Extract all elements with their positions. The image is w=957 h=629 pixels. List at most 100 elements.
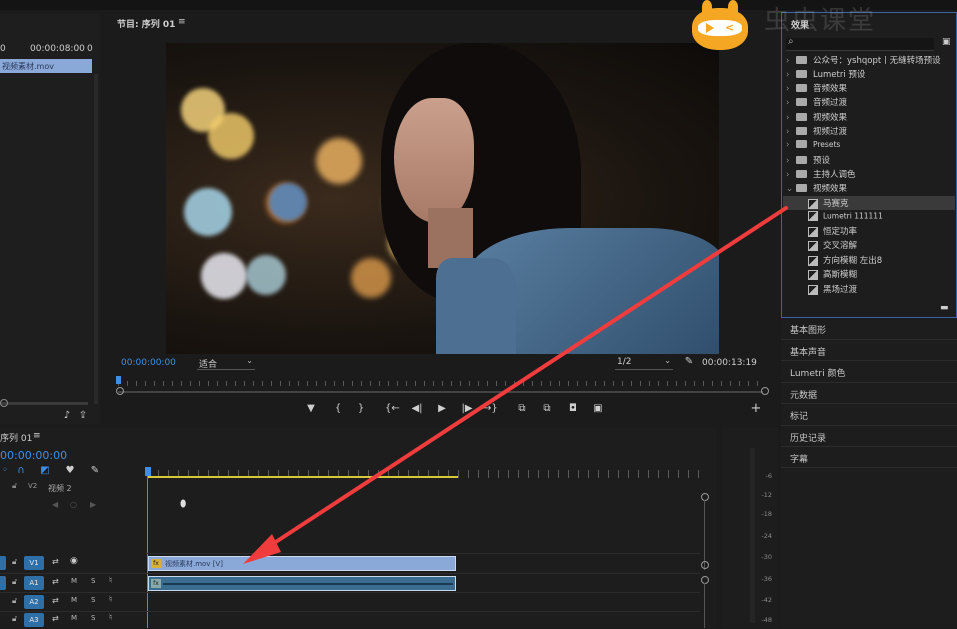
- extract-button[interactable]: ⧉: [540, 402, 554, 416]
- step-back-button[interactable]: ◀|: [410, 402, 424, 416]
- lock-icon[interactable]: 🔓︎: [12, 481, 17, 491]
- timeline-v-scrollbar[interactable]: [704, 500, 705, 570]
- timeline-v-scroll-top[interactable]: [701, 493, 709, 501]
- add-marker-icon[interactable]: ♥: [63, 464, 77, 478]
- audio-toggle-icon[interactable]: ♪: [60, 409, 74, 423]
- mark-in-button[interactable]: {: [331, 402, 345, 416]
- comparison-view-button[interactable]: ▣: [591, 402, 605, 416]
- solo-button[interactable]: S: [91, 596, 95, 604]
- fx-folder[interactable]: › 主持人调色: [786, 168, 856, 182]
- timeline-settings-icon[interactable]: ✎: [88, 464, 102, 478]
- fx-folder-open[interactable]: ⌄ 视频效果: [786, 182, 847, 196]
- program-menu-icon[interactable]: ≡: [178, 17, 186, 27]
- keyframe-nav-left[interactable]: ◀: [52, 500, 58, 509]
- go-to-in-button[interactable]: {←: [385, 402, 400, 416]
- fx-folder[interactable]: › 音频过渡: [786, 96, 847, 110]
- timeline-v-scrollbar-2[interactable]: [704, 583, 705, 628]
- chevron-right-icon[interactable]: ›: [786, 113, 796, 123]
- chevron-right-icon[interactable]: ›: [786, 70, 796, 80]
- effects-search[interactable]: ⌕: [786, 36, 934, 51]
- new-bin-icon[interactable]: ▣: [942, 37, 951, 47]
- mic-icon[interactable]: ♮: [109, 576, 112, 586]
- fit-dropdown[interactable]: 适合 ⌄: [197, 355, 255, 370]
- play-button[interactable]: ▶: [435, 402, 449, 416]
- zoom-handle-left[interactable]: [116, 387, 124, 395]
- fx-effect[interactable]: 恒定功率: [808, 225, 857, 239]
- chevron-right-icon[interactable]: ›: [786, 140, 796, 150]
- export-frame-button[interactable]: ◘: [566, 402, 580, 416]
- chevron-right-icon[interactable]: ›: [786, 98, 796, 108]
- mark-out-button[interactable]: }: [354, 402, 368, 416]
- fx-folder[interactable]: › Lumetri 预设: [786, 68, 865, 82]
- program-ruler[interactable]: [118, 376, 763, 386]
- wrench-icon[interactable]: ✎: [682, 355, 696, 369]
- sync-lock-icon[interactable]: ⇄: [52, 557, 59, 566]
- chevron-right-icon[interactable]: ›: [786, 170, 796, 180]
- video-frame[interactable]: [166, 43, 719, 354]
- track-a2-target[interactable]: A2: [24, 595, 44, 609]
- panel-captions[interactable]: 字幕: [790, 452, 808, 465]
- timeline-current-time[interactable]: 00:00:00:00: [0, 449, 67, 462]
- solo-button[interactable]: S: [91, 577, 95, 585]
- keyframe-add[interactable]: ○: [70, 500, 77, 509]
- source-clip[interactable]: 视频素材.mov: [0, 59, 92, 73]
- fx-folder[interactable]: › 视频效果: [786, 111, 847, 125]
- fx-effect[interactable]: Lumetri 111111: [808, 211, 883, 225]
- sync-lock-icon[interactable]: ⇄: [52, 577, 59, 586]
- track-a3-target[interactable]: A3: [24, 613, 44, 627]
- audio-clip[interactable]: fx: [148, 576, 456, 591]
- eye-icon[interactable]: ◉: [70, 556, 78, 566]
- source-knob[interactable]: [0, 399, 8, 407]
- mic-icon[interactable]: ♮: [109, 613, 112, 623]
- panel-essential-sound[interactable]: 基本声音: [790, 345, 826, 358]
- new-folder-icon[interactable]: ▬: [940, 303, 949, 313]
- sync-lock-icon[interactable]: ⇄: [52, 596, 59, 605]
- panel-metadata[interactable]: 元数据: [790, 388, 817, 401]
- fx-folder[interactable]: › Presets: [786, 139, 840, 154]
- source-scroll[interactable]: [94, 74, 98, 404]
- program-zoom-bar[interactable]: [118, 391, 763, 393]
- export-icon[interactable]: ⇪: [76, 409, 90, 423]
- mute-button[interactable]: M: [71, 614, 77, 622]
- panel-history[interactable]: 历史记录: [790, 431, 826, 444]
- panel-lumetri-color[interactable]: Lumetri 颜色: [790, 366, 845, 379]
- mic-icon[interactable]: ♮: [109, 595, 112, 605]
- go-to-out-button[interactable]: →}: [483, 402, 498, 416]
- mute-button[interactable]: M: [71, 577, 77, 585]
- timeline-title[interactable]: 序列 01: [0, 431, 32, 444]
- mute-button[interactable]: M: [71, 596, 77, 604]
- chevron-right-icon[interactable]: ›: [786, 156, 796, 166]
- fx-folder[interactable]: › 公众号：yshqopt丨无缝转场预设: [786, 54, 941, 68]
- add-marker-button[interactable]: ▼: [304, 402, 318, 416]
- source-scrollbar-h[interactable]: [0, 402, 88, 405]
- fx-effect-mosaic[interactable]: 马赛克: [808, 197, 849, 211]
- chevron-right-icon[interactable]: ›: [786, 84, 796, 94]
- track-v1-target[interactable]: V1: [24, 556, 44, 570]
- resolution-dropdown[interactable]: 1/2 ⌄: [615, 355, 673, 370]
- timeline-menu-icon[interactable]: ≡: [33, 431, 41, 441]
- timeline-playhead-head[interactable]: [145, 467, 151, 476]
- program-playhead[interactable]: [116, 376, 121, 384]
- fx-folder[interactable]: › 视频过渡: [786, 125, 847, 139]
- program-current-time[interactable]: 00:00:00:00: [121, 358, 176, 368]
- linked-selection-icon[interactable]: ∩: [14, 464, 28, 478]
- chevron-right-icon[interactable]: ›: [786, 56, 796, 66]
- track-v2-label[interactable]: 视频 2: [48, 483, 72, 494]
- timeline-work-area[interactable]: [148, 476, 458, 478]
- fx-effect[interactable]: 方向模糊 左出8: [808, 254, 882, 268]
- snap-icon[interactable]: ◦: [0, 464, 12, 478]
- program-title[interactable]: 节目: 序列 01: [117, 17, 175, 30]
- panel-essential-graphics[interactable]: 基本图形: [790, 323, 826, 336]
- panel-markers[interactable]: 标记: [790, 409, 808, 422]
- chevron-right-icon[interactable]: ›: [786, 127, 796, 137]
- video-clip[interactable]: fx 视频素材.mov [V]: [148, 556, 456, 571]
- fx-effect[interactable]: 黑场过渡: [808, 283, 857, 297]
- source-patch-a1[interactable]: [0, 576, 6, 590]
- lock-icon[interactable]: 🔓︎: [12, 557, 17, 567]
- fx-effect[interactable]: 交叉溶解: [808, 239, 857, 253]
- button-editor-icon[interactable]: +: [749, 402, 763, 416]
- source-patch-v1[interactable]: [0, 556, 6, 570]
- chevron-down-icon[interactable]: ⌄: [786, 184, 796, 194]
- fx-folder[interactable]: › 预设: [786, 154, 830, 168]
- lock-icon[interactable]: 🔓︎: [12, 614, 17, 624]
